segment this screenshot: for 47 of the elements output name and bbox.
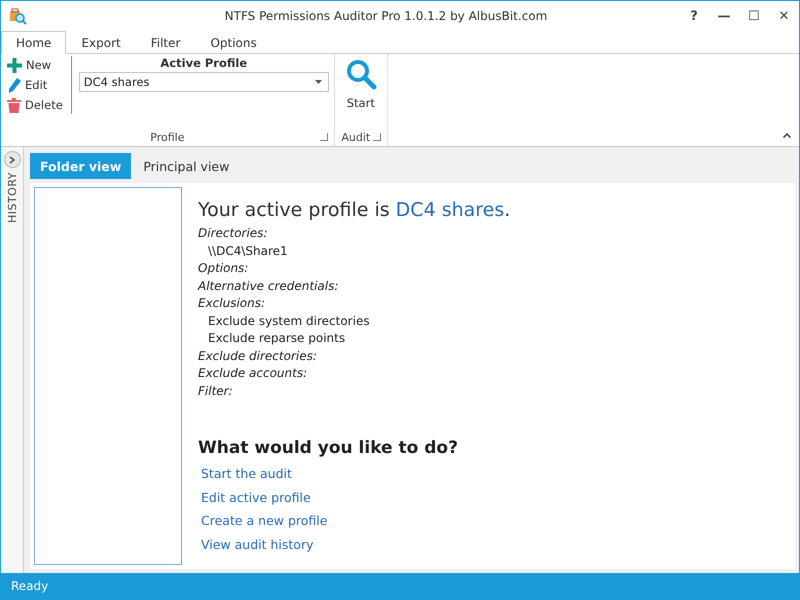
window-title: NTFS Permissions Auditor Pro 1.0.1.2 by AlbusBit.com [224, 9, 548, 23]
ribbon-tab[interactable]: Options [195, 31, 272, 54]
collapse-ribbon-icon[interactable] [783, 133, 791, 138]
status-text: Ready [1, 573, 799, 599]
action-link[interactable]: Start the audit [198, 466, 292, 481]
detail-label: Alternative credentials: [198, 278, 340, 294]
dropdown-caret-icon [314, 80, 322, 84]
detail-label: Filter: [198, 382, 234, 400]
plus-icon [7, 58, 22, 72]
search-icon [344, 58, 377, 90]
close-button[interactable]: ✕ [769, 2, 799, 30]
active-profile-label: Active Profile [160, 56, 248, 70]
delete-button[interactable]: Delete [5, 96, 65, 114]
detail-value: Exclude reparse points [207, 330, 346, 347]
pencil-icon [7, 78, 21, 92]
app-icon [9, 7, 27, 25]
ribbon-tab[interactable]: Filter [136, 31, 196, 54]
ribbon-tab[interactable]: Export [66, 31, 136, 54]
group-label: Audit [341, 130, 370, 144]
profile-heading: Your active profile is DC4 shares. [198, 199, 512, 221]
detail-value: \\DC4\Share1 [207, 242, 289, 260]
maximize-button[interactable]: ☐ [739, 2, 769, 30]
view-tab[interactable]: Principal view [133, 153, 240, 179]
dialog-launcher-icon[interactable] [320, 133, 328, 141]
new-button[interactable]: New [5, 56, 65, 74]
action-link[interactable]: Edit active profile [198, 490, 311, 504]
detail-label: Exclusions: [198, 295, 266, 312]
detail-label: Directories: [198, 225, 268, 242]
history-panel-label[interactable]: HISTORY [6, 172, 18, 224]
profile-dropdown[interactable]: DC4 shares [78, 72, 329, 92]
expand-toggle[interactable] [4, 151, 20, 168]
chevron-right-icon [9, 156, 15, 164]
actions-title: What would you like to do? [198, 438, 459, 458]
ribbon-tab[interactable]: Home [1, 31, 66, 54]
detail-value: Exclude system directories [207, 312, 371, 330]
action-link[interactable]: View audit history [198, 536, 314, 552]
start-button[interactable]: Start [338, 56, 383, 128]
minimize-button[interactable]: — [709, 2, 739, 30]
help-button[interactable]: ? [679, 2, 709, 30]
edit-button[interactable]: Edit [5, 76, 65, 94]
action-link[interactable]: Create a new profile [198, 513, 328, 528]
dialog-launcher-icon[interactable] [372, 133, 381, 141]
trash-icon [7, 98, 21, 112]
detail-label: Exclude accounts: [198, 365, 308, 382]
group-label: Profile [150, 130, 184, 144]
detail-label: Options: [198, 260, 250, 277]
detail-label: Exclude directories: [198, 348, 318, 364]
